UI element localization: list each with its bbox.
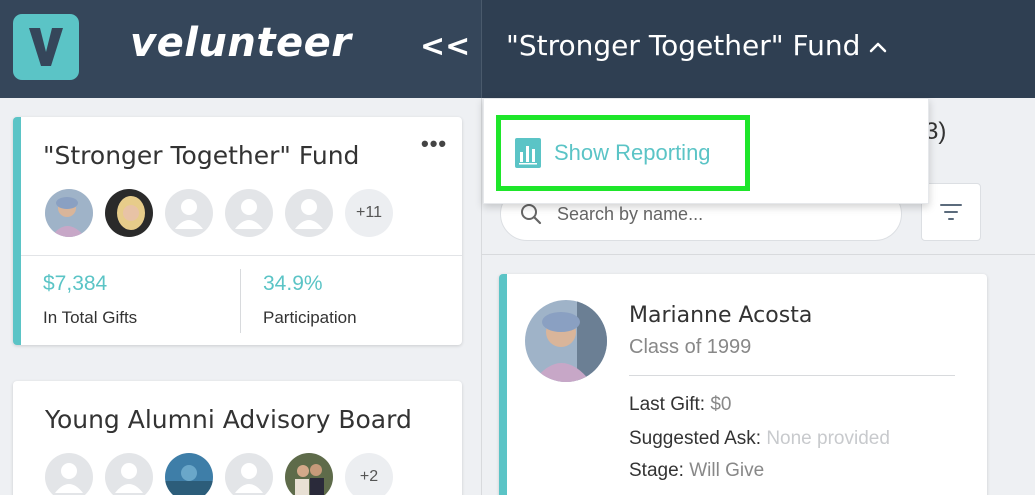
stage-label: Stage:	[629, 460, 684, 481]
participation-value: 34.9%	[263, 272, 323, 295]
more-members-badge[interactable]: +11	[345, 189, 393, 237]
card-divider	[21, 255, 462, 256]
avatar	[225, 453, 273, 495]
total-gifts-value: $7,384	[43, 272, 108, 295]
total-gifts-label: In Total Gifts	[43, 308, 138, 327]
avatar	[165, 189, 213, 237]
last-gift-value: $0	[710, 394, 732, 415]
last-gift-row: Last Gift: $0	[629, 394, 731, 416]
group-card-title: "Stronger Together" Fund	[43, 141, 360, 170]
show-reporting-label: Show Reporting	[554, 140, 711, 165]
avatar	[45, 189, 93, 237]
search-input[interactable]	[557, 200, 887, 228]
avatar	[285, 453, 333, 495]
stage-row: Stage: Will Give	[629, 460, 764, 482]
avatar	[285, 189, 333, 237]
contact-class: Class of 1999	[629, 336, 752, 358]
contact-avatar	[525, 300, 607, 382]
page-title: "Stronger Together" Fund	[506, 29, 861, 62]
avatar	[225, 189, 273, 237]
suggested-ask-row: Suggested Ask: None provided	[629, 428, 890, 450]
bar-chart-icon	[515, 138, 541, 168]
more-options-button[interactable]: •••	[421, 131, 447, 157]
avatar	[105, 189, 153, 237]
stat-divider	[240, 269, 241, 333]
suggested-ask-label: Suggested Ask:	[629, 428, 762, 449]
avatar	[105, 453, 153, 495]
filter-button[interactable]	[921, 183, 981, 241]
filter-icon	[940, 204, 962, 220]
search-icon	[521, 204, 542, 225]
chevron-up-icon[interactable]	[866, 36, 890, 60]
group-card[interactable]: "Stronger Together" Fund ••• +11 $7,384 …	[13, 117, 462, 345]
group-card-title: Young Alumni Advisory Board	[45, 405, 412, 434]
contact-name: Marianne Acosta	[629, 303, 813, 328]
panel-divider	[481, 254, 1035, 255]
collapse-sidebar-button[interactable]: <<	[420, 29, 470, 65]
last-gift-label: Last Gift:	[629, 394, 706, 415]
contact-card[interactable]: Marianne Acosta Class of 1999 Last Gift:…	[499, 274, 987, 495]
participation-label: Participation	[263, 308, 357, 327]
logo-v-icon	[29, 28, 63, 66]
show-reporting-menu-item[interactable]: Show Reporting	[496, 115, 750, 191]
avatar	[45, 453, 93, 495]
app-logo[interactable]	[13, 14, 79, 80]
group-card[interactable]: Young Alumni Advisory Board +2	[13, 381, 462, 495]
suggested-ask-value: None provided	[766, 428, 890, 449]
avatar	[165, 453, 213, 495]
more-members-badge[interactable]: +2	[345, 453, 393, 495]
stage-value: Will Give	[689, 460, 765, 481]
brand-wordmark: velunteer	[130, 20, 352, 66]
contact-divider	[629, 375, 955, 376]
